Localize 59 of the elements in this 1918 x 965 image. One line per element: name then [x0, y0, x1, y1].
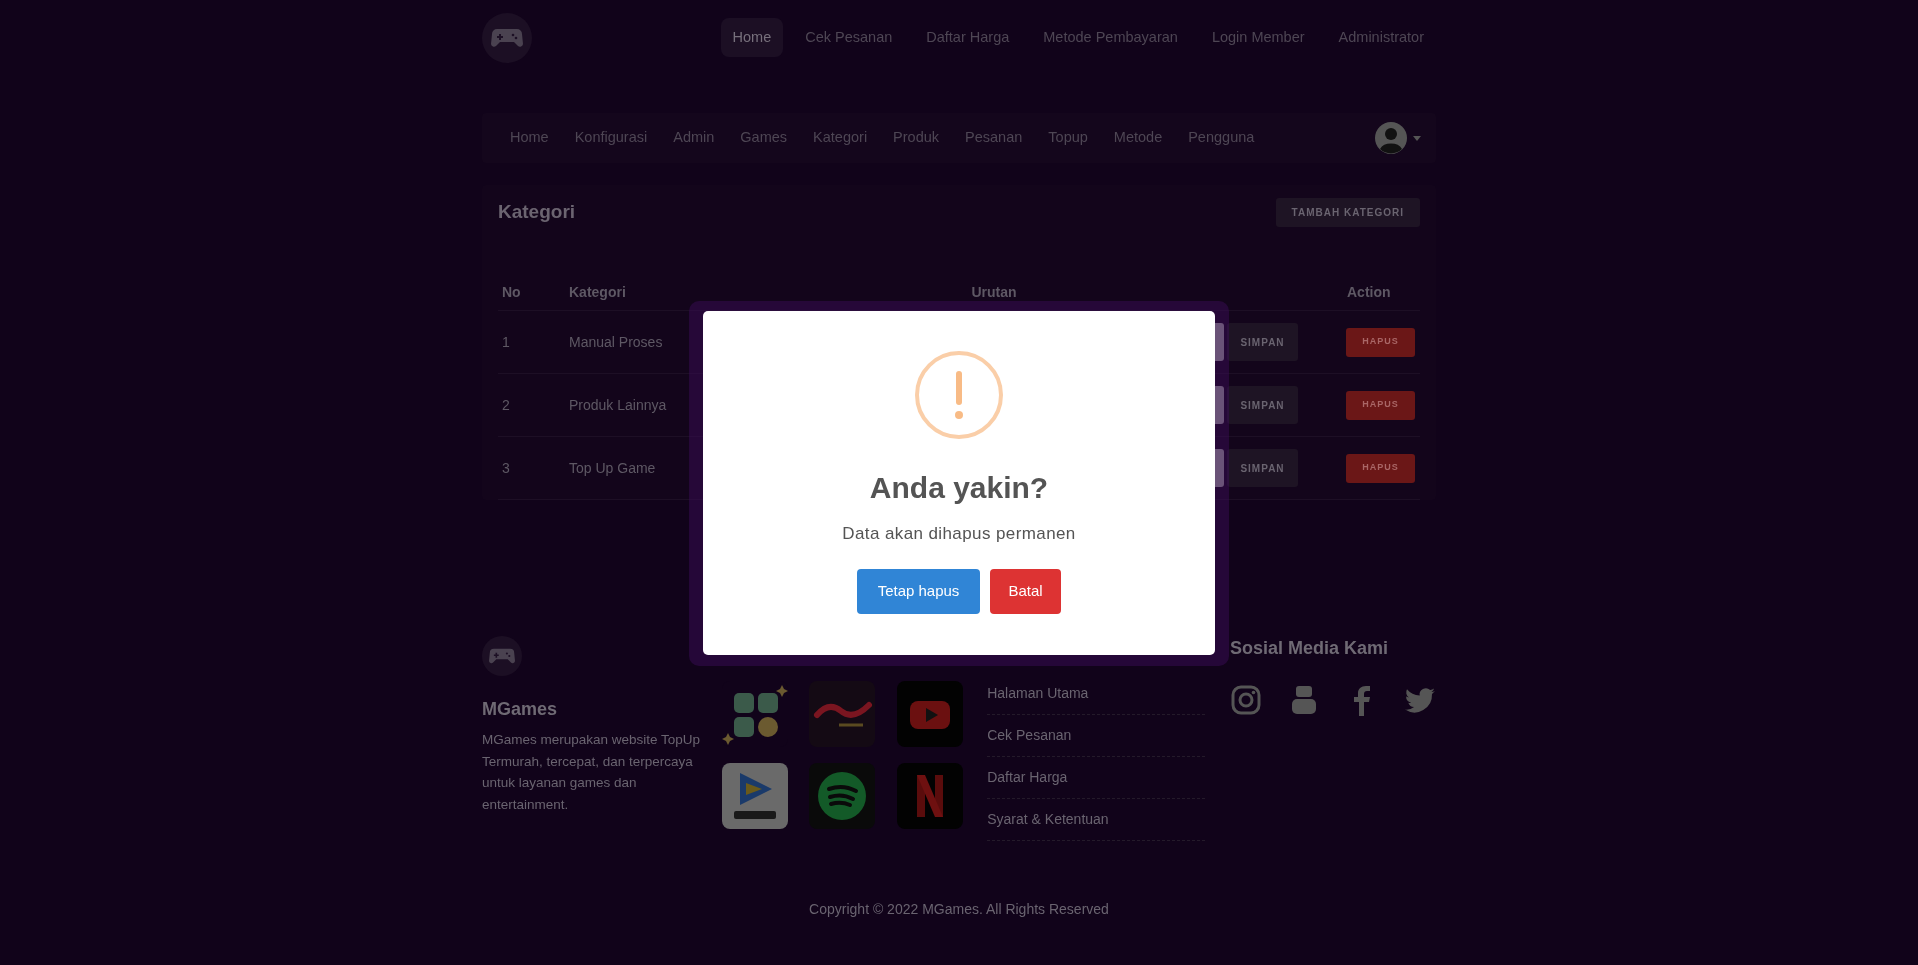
nav-link[interactable]: Konfigurasi: [561, 127, 661, 149]
nav-link[interactable]: Games: [727, 127, 801, 149]
play-icon: [722, 763, 788, 829]
confirm-button[interactable]: Tetap hapus: [857, 568, 980, 614]
save-button[interactable]: SIMPAN: [1227, 323, 1298, 361]
delete-button[interactable]: HAPUS: [1346, 453, 1415, 483]
table-cell-text: 3: [501, 458, 511, 478]
play-icon: [896, 681, 963, 747]
card-title: Kategori: [498, 200, 576, 225]
nav-link[interactable]: Administrator: [1326, 17, 1436, 58]
nav-link[interactable]: Metode Pembayaran: [1031, 17, 1190, 58]
music-icon: [809, 763, 876, 829]
footer-link[interactable]: Syarat & Ketentuan: [987, 809, 1109, 830]
footer-link[interactable]: Daftar Harga: [987, 767, 1068, 788]
table-cell-text: Manual Proses: [569, 332, 664, 352]
nav-link[interactable]: Produk: [880, 127, 953, 149]
ribbon-icon: [896, 763, 963, 829]
save-button[interactable]: SIMPAN: [1227, 449, 1298, 487]
dialog-message: Data akan dihapus permanen: [842, 523, 1076, 545]
logo[interactable]: [482, 12, 532, 63]
add-category-button[interactable]: TAMBAH KATEGORI: [1275, 198, 1420, 227]
delete-button[interactable]: HAPUS: [1346, 390, 1415, 420]
nav-link[interactable]: Kategori: [800, 127, 881, 149]
nav-link[interactable]: Metode: [1100, 127, 1176, 149]
social-title: Sosial Media Kami: [1230, 637, 1390, 660]
gamepad-icon: [491, 26, 523, 49]
save-button[interactable]: SIMPAN: [1227, 386, 1298, 424]
dialog-title: Anda yakin?: [869, 470, 1049, 506]
brand-name: MGames: [482, 698, 559, 721]
column-header: No: [501, 283, 522, 302]
nav-link[interactable]: Admin: [660, 127, 728, 149]
nav-link[interactable]: Topup: [1035, 127, 1101, 149]
column-header: Kategori: [569, 283, 627, 302]
warning-icon: [915, 351, 1003, 439]
footer-link[interactable]: Cek Pesanan: [987, 725, 1072, 746]
table-cell-text: Produk Lainnya: [569, 395, 668, 415]
table-cell-text: 2: [501, 395, 511, 415]
nav-link[interactable]: Home: [720, 17, 784, 58]
nav-link[interactable]: Home: [497, 127, 562, 149]
table-cell-text: 1: [501, 332, 511, 352]
logo[interactable]: [482, 636, 522, 676]
caret-icon[interactable]: [1413, 135, 1421, 141]
nav-link[interactable]: Daftar Harga: [914, 17, 1022, 58]
avatar-icon[interactable]: [1375, 122, 1407, 154]
table-cell-text: Top Up Game: [569, 458, 657, 478]
nav-link[interactable]: Pengguna: [1175, 127, 1268, 149]
copyright: Copyright © 2022 MGames. All Rights Reserved: [809, 900, 1109, 919]
gamepad-icon: [489, 647, 515, 665]
nav-link[interactable]: Cek Pesanan: [793, 17, 905, 58]
column-header: Action: [1346, 283, 1392, 302]
delete-button[interactable]: HAPUS: [1346, 327, 1415, 357]
column-header: Urutan: [970, 283, 1018, 302]
brand-description: MGames merupakan website TopUp Termurah, tercepat, dan terpercaya untuk layanan games dan entertainment.: [482, 731, 702, 814]
camera-icon[interactable]: [1230, 684, 1262, 716]
footer-link[interactable]: Halaman Utama: [987, 683, 1089, 704]
cancel-button[interactable]: Batal: [990, 568, 1061, 614]
nav-link[interactable]: Login Member: [1199, 17, 1317, 58]
video-app-icon: [809, 681, 876, 747]
nav-link[interactable]: Pesanan: [952, 127, 1036, 149]
